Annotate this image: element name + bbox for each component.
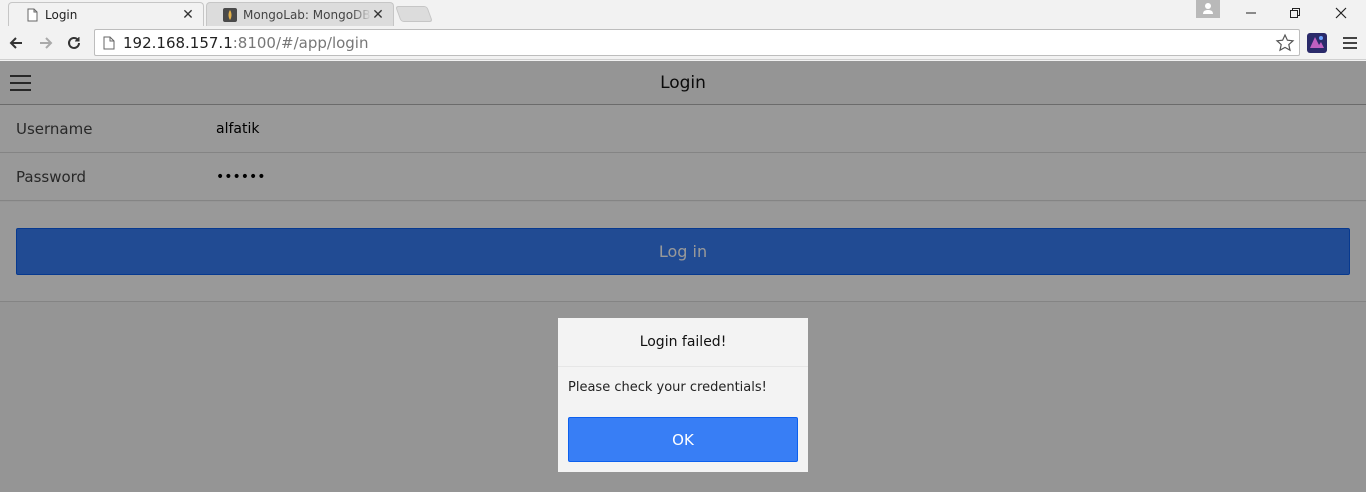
back-arrow-icon[interactable] xyxy=(6,33,26,53)
url-path: :8100/#/app/login xyxy=(232,33,369,52)
tab-title: Login xyxy=(45,7,78,22)
browser-toolbar: 192.168.157.1:8100/#/app/login xyxy=(0,26,1366,60)
mongolab-favicon-icon xyxy=(223,7,237,22)
restore-icon[interactable] xyxy=(1272,0,1318,26)
close-tab-icon[interactable]: ✕ xyxy=(371,7,385,23)
tab-title: MongoLab: MongoDB-as-a-Service xyxy=(243,7,371,22)
app-viewport: Login Username alfatik Password •••••• L… xyxy=(0,61,1366,492)
tab-login[interactable]: Login ✕ xyxy=(8,2,204,26)
browser-tab-strip: Login ✕ MongoLab: MongoDB-as-a-Service ✕ xyxy=(0,0,1366,26)
address-bar[interactable]: 192.168.157.1:8100/#/app/login xyxy=(94,29,1300,56)
minimize-icon[interactable] xyxy=(1228,0,1274,26)
bookmark-star-icon[interactable] xyxy=(1275,33,1295,53)
extension-icon[interactable] xyxy=(1306,32,1328,54)
forward-arrow-icon[interactable] xyxy=(36,33,56,53)
close-tab-icon[interactable]: ✕ xyxy=(181,7,195,23)
popup-title: Login failed! xyxy=(558,318,808,367)
popup-message: Please check your credentials! xyxy=(568,380,767,395)
tab-mongolab[interactable]: MongoLab: MongoDB-as-a-Service ✕ xyxy=(206,2,394,26)
browser-menu-icon[interactable] xyxy=(1340,33,1360,53)
page-icon xyxy=(27,8,38,21)
new-tab-button[interactable] xyxy=(395,6,433,22)
ok-button[interactable]: OK xyxy=(568,417,798,462)
close-window-icon[interactable] xyxy=(1318,0,1364,26)
url-host: 192.168.157.1 xyxy=(123,33,233,52)
reload-icon[interactable] xyxy=(64,33,84,53)
page-info-icon xyxy=(103,36,115,49)
alert-popup: Login failed! Please check your credenti… xyxy=(558,318,808,472)
profile-icon[interactable] xyxy=(1196,0,1220,18)
